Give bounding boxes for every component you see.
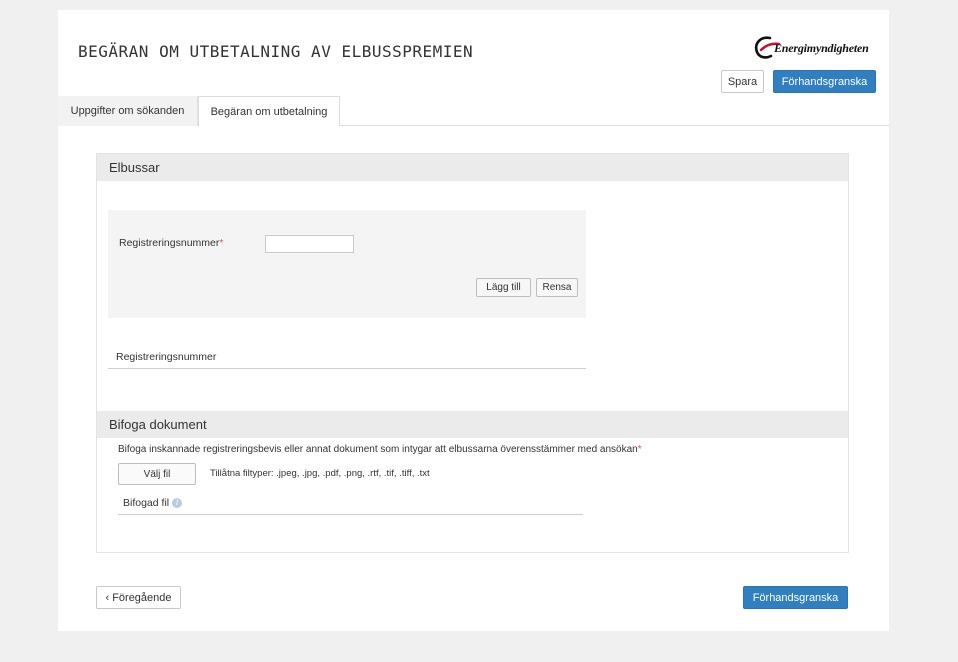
previous-button[interactable]: ‹ Föregående [96,586,181,609]
save-button[interactable]: Spara [721,70,764,93]
preview-button-bottom[interactable]: Förhandsgranska [743,586,848,609]
required-mark: * [637,444,642,455]
info-icon[interactable]: i [172,498,183,509]
form-panel: Elbussar Registreringsnummer* Lägg till … [96,153,849,553]
upload-instruction: Bifoga inskannade registreringsbevis ell… [118,444,642,455]
attached-file-label: Bifogad fil i [123,497,183,509]
tab-applicant-info[interactable]: Uppgifter om sökanden [58,96,198,126]
registration-entry-box: Registreringsnummer* Lägg till Rensa [108,210,586,318]
reg-list-divider [108,368,586,369]
tab-bar: Uppgifter om sökanden Begäran om utbetal… [58,96,889,127]
choose-file-button[interactable]: Välj fil [118,463,196,485]
attached-file-divider [118,514,583,515]
section-bifoga-heading: Bifoga dokument [97,411,848,438]
logo-text: Energimyndigheten [774,41,869,55]
page-title: BEGÄRAN OM UTBETALNING AV ELBUSSPREMIEN [78,42,474,61]
add-button[interactable]: Lägg till [476,278,531,297]
reg-number-input[interactable] [265,235,354,253]
section-elbussar-heading: Elbussar [97,154,848,181]
energimyndigheten-logo: Energimyndigheten [752,35,884,61]
application-card: BEGÄRAN OM UTBETALNING AV ELBUSSPREMIEN … [58,10,889,631]
allowed-filetypes: Tillåtna filtyper: .jpeg, .jpg, .pdf, .p… [210,468,430,479]
reg-number-label: Registreringsnummer* [119,237,224,249]
tab-payment-request[interactable]: Begäran om utbetalning [198,96,340,127]
clear-button[interactable]: Rensa [536,278,578,297]
preview-button-top[interactable]: Förhandsgranska [773,70,876,93]
required-mark: * [219,237,224,249]
reg-list-header: Registreringsnummer [116,351,217,363]
